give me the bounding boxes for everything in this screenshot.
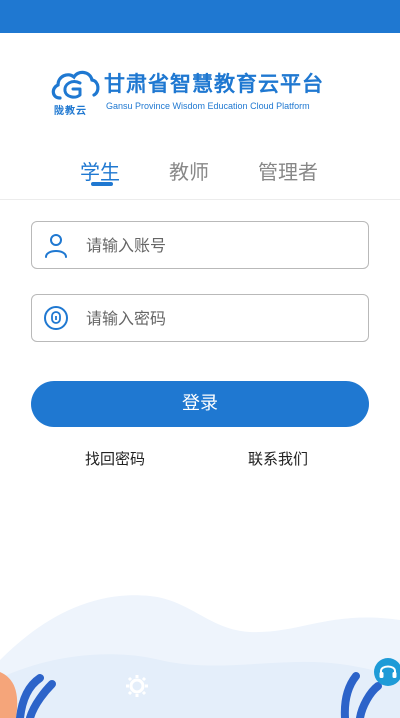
account-field[interactable] bbox=[31, 221, 369, 269]
headset-icon[interactable] bbox=[373, 657, 400, 687]
brand-badge: 陇教云 bbox=[54, 106, 87, 117]
brand-logo: 陇教云 甘肃省智慧教育云平台 Gansu Province Wisdom Edu… bbox=[50, 64, 370, 124]
tab-teacher[interactable]: 教师 bbox=[169, 156, 209, 185]
tab-student[interactable]: 学生 bbox=[80, 156, 120, 185]
tabs-divider bbox=[0, 199, 400, 200]
bottom-illustration bbox=[0, 595, 400, 718]
login-button[interactable]: 登录 bbox=[31, 381, 369, 427]
active-tab-indicator bbox=[91, 182, 113, 186]
role-tabs: 学生 教师 管理者 bbox=[0, 152, 400, 188]
lock-icon bbox=[44, 306, 68, 330]
brand-title: 甘肃省智慧教育云平台 bbox=[104, 72, 324, 96]
account-input[interactable] bbox=[86, 230, 356, 260]
password-field[interactable] bbox=[31, 294, 369, 342]
forgot-password-link[interactable]: 找回密码 bbox=[85, 448, 145, 469]
contact-us-link[interactable]: 联系我们 bbox=[248, 448, 308, 469]
tab-administrator[interactable]: 管理者 bbox=[258, 156, 318, 185]
status-bar bbox=[0, 0, 400, 33]
password-input[interactable] bbox=[86, 303, 356, 333]
user-icon bbox=[45, 234, 67, 258]
brand-subtitle: Gansu Province Wisdom Education Cloud Pl… bbox=[106, 101, 310, 111]
